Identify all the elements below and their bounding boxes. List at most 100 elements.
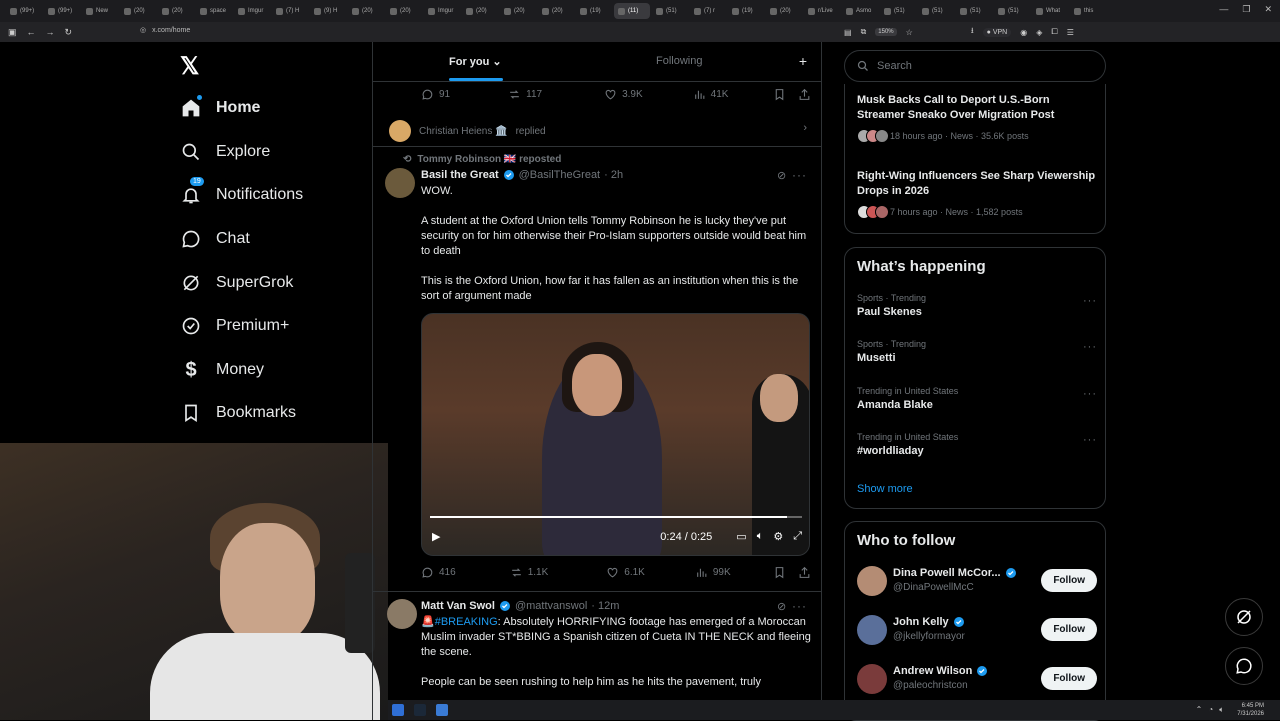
more-options-icon[interactable]: ··· — [1083, 388, 1097, 400]
zoom-level[interactable]: 150% — [875, 28, 897, 36]
views-button[interactable]: 41K — [693, 88, 728, 101]
browser-tab[interactable]: (11) — [614, 3, 650, 19]
author-name[interactable]: Matt Van Swol — [421, 600, 495, 612]
news-item[interactable]: Musk Backs Call to Deport U.S.-Born Stre… — [857, 93, 1097, 143]
share-button[interactable] — [798, 566, 811, 579]
trend-item[interactable]: Trending in United States Amanda Blake ·… — [857, 386, 1097, 411]
author-handle[interactable]: @mattvanswol — [515, 600, 587, 612]
add-tab-icon[interactable]: + — [799, 53, 807, 69]
browser-tab[interactable]: (20) — [538, 3, 574, 19]
bookmark-button[interactable] — [773, 566, 786, 579]
settings-gear-icon[interactable]: ⚙ — [773, 530, 783, 543]
nav-supergrok[interactable]: SuperGrok — [180, 272, 293, 294]
hashtag-link[interactable]: #BREAKING — [435, 616, 498, 628]
more-options-icon[interactable]: ··· — [792, 599, 807, 613]
sidebar-toggle-icon[interactable]: ▣ — [8, 27, 17, 38]
browser-tab[interactable]: (20) — [462, 3, 498, 19]
post-time[interactable]: · 2h — [604, 169, 623, 181]
volume-icon[interactable]: 🔈︎ — [1219, 705, 1224, 715]
browser-tab[interactable]: (7) H — [272, 3, 308, 19]
tab-for-you[interactable]: For you ⌄ — [449, 55, 502, 68]
browser-tab[interactable]: (51) — [956, 3, 992, 19]
wallet-icon[interactable]: ◈ — [1036, 28, 1042, 37]
browser-tab[interactable]: (20) — [120, 3, 156, 19]
steam-icon[interactable] — [414, 704, 426, 716]
browser-tab[interactable]: this — [1070, 3, 1106, 19]
browser-tab[interactable]: What — [1032, 3, 1068, 19]
avatar[interactable] — [857, 664, 887, 694]
bookmark-star-icon[interactable]: ☆ — [906, 28, 913, 37]
taskbar-clock[interactable]: 6:45 PM 7/31/2026 — [1237, 702, 1264, 718]
url-field[interactable]: ◎ x.com/home — [140, 26, 190, 35]
follow-suggestion[interactable]: Dina Powell McCor... @DinaPowellMcC Foll… — [857, 564, 1097, 600]
avatar[interactable] — [385, 168, 415, 198]
like-button[interactable]: 3.9K — [604, 88, 643, 101]
browser-tab[interactable]: (99+) — [6, 3, 42, 19]
captions-icon[interactable]: ▭ — [736, 530, 746, 543]
news-item[interactable]: Right-Wing Influencers See Sharp Viewers… — [857, 169, 1097, 219]
browser-tab[interactable]: Asmo — [842, 3, 878, 19]
follow-button[interactable]: Follow — [1041, 569, 1097, 592]
author-name[interactable]: Basil the Great — [421, 169, 499, 181]
browser-tab[interactable]: (7) r — [690, 3, 726, 19]
browser-tab[interactable]: (20) — [386, 3, 422, 19]
follow-suggestion[interactable]: Andrew Wilson @paleochristcon Follow — [857, 662, 1097, 698]
volume-icon[interactable]: 🔈︎ — [757, 530, 764, 543]
like-button[interactable]: 6.1K — [606, 566, 645, 579]
screenshot-icon[interactable]: ⧉ — [861, 27, 867, 37]
account-icon[interactable]: ◉ — [1020, 28, 1027, 37]
more-options-icon[interactable]: ··· — [1083, 295, 1097, 307]
more-options-icon[interactable]: ··· — [1083, 434, 1097, 446]
replied-row[interactable]: Christian Heiens 🏛️ replied — [389, 120, 546, 142]
avatar[interactable] — [857, 566, 887, 596]
repost-button[interactable]: 117 — [508, 88, 542, 101]
app-icon[interactable] — [392, 704, 404, 716]
browser-tab[interactable]: New — [82, 3, 118, 19]
browser-tab[interactable]: (51) — [918, 3, 954, 19]
more-options-icon[interactable]: ··· — [1083, 341, 1097, 353]
avatar[interactable] — [387, 599, 417, 629]
author-handle[interactable]: @BasilTheGreat — [519, 169, 600, 181]
app-icon[interactable] — [436, 704, 448, 716]
play-icon[interactable]: ▶ — [432, 530, 440, 543]
restore-icon[interactable]: ❐ — [1242, 4, 1250, 15]
reader-icon[interactable]: ▤ — [844, 28, 852, 37]
vpn-button[interactable]: ● VPN — [982, 27, 1012, 37]
menu-icon[interactable]: ☰ — [1067, 28, 1074, 37]
browser-tab[interactable]: (20) — [158, 3, 194, 19]
post-time[interactable]: · 12m — [591, 600, 619, 612]
browser-tab[interactable]: Imgur — [424, 3, 460, 19]
browser-tab[interactable]: (99+) — [44, 3, 80, 19]
x-logo-icon[interactable]: 𝕏 — [180, 52, 199, 81]
repost-indicator[interactable]: ⟲ Tommy Robinson 🇬🇧 reposted — [403, 154, 561, 165]
fullscreen-icon[interactable]: ⤢ — [793, 530, 802, 543]
nav-premium[interactable]: Premium+ — [180, 315, 289, 337]
nav-home[interactable]: Home — [180, 95, 260, 119]
repost-button[interactable]: 1.1K — [510, 566, 548, 579]
chevron-right-icon[interactable]: › — [803, 122, 807, 134]
reply-button[interactable]: 416 — [421, 566, 456, 579]
grok-icon[interactable]: ⊘ — [777, 169, 786, 182]
show-more-link[interactable]: Show more — [857, 483, 913, 495]
grok-icon[interactable]: ⊘ — [777, 600, 786, 613]
browser-tab[interactable]: (20) — [348, 3, 384, 19]
download-icon[interactable]: ⭳ — [971, 25, 974, 39]
nav-notifications[interactable]: 19 Notifications — [180, 177, 303, 206]
browser-tab[interactable]: (51) — [652, 3, 688, 19]
bookmark-button[interactable] — [773, 88, 786, 101]
trend-item[interactable]: Sports · Trending Musetti ··· — [857, 339, 1097, 364]
browser-tab[interactable]: (20) — [766, 3, 802, 19]
network-icon[interactable]: ◔ — [1208, 705, 1213, 715]
share-button[interactable] — [798, 88, 811, 101]
extensions-icon[interactable]: ⧠ — [1051, 27, 1057, 37]
trend-item[interactable]: Trending in United States #worldliaday ·… — [857, 432, 1097, 457]
forward-icon[interactable]: → — [46, 27, 55, 38]
views-button[interactable]: 99K — [695, 566, 731, 579]
site-info-icon[interactable]: ◎ — [140, 26, 146, 34]
avatar[interactable] — [389, 120, 411, 142]
grok-floating-button[interactable] — [1225, 598, 1263, 636]
avatar[interactable] — [857, 615, 887, 645]
video-progress-bar[interactable] — [430, 516, 802, 518]
follow-button[interactable]: Follow — [1041, 667, 1097, 690]
browser-tab[interactable]: (51) — [994, 3, 1030, 19]
